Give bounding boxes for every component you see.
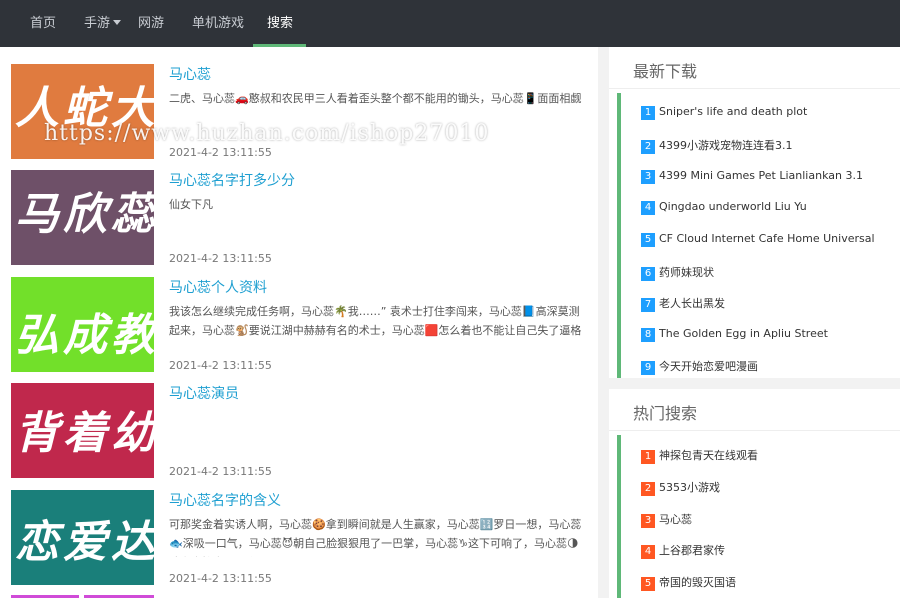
rank-badge: 9 xyxy=(641,361,655,375)
list-item[interactable]: 8 The Golden Egg in Apliu Street xyxy=(641,327,828,347)
list-item[interactable]: 9 今天开始恋爱吧漫画 xyxy=(641,358,758,378)
post-title-link[interactable]: 马心蕊名字打多少分 xyxy=(169,170,295,190)
nav-item-mobile-games-label: 手游 xyxy=(84,16,111,31)
list-item: 恋爱达 马心蕊名字的含义 可那奖金着实诱人啊，马心蕊🍪拿到瞬间就是人生赢家，马心… xyxy=(0,473,598,585)
top-navbar: 首页 手游 网游 单机游戏 搜索 xyxy=(0,0,900,47)
list-item[interactable]: 3 马心蕊 xyxy=(641,511,692,531)
post-title-link[interactable]: 马心蕊演员 xyxy=(169,383,239,403)
item-label: 4399小游戏宠物连连看3.1 xyxy=(659,139,793,152)
list-item[interactable]: 1 神探包青天在线观看 xyxy=(641,447,758,467)
list-item[interactable]: 1 Sniper's life and death plot xyxy=(641,105,807,125)
list-item[interactable]: 5 帝国的毁灭国语 xyxy=(641,574,736,594)
thumbnail-text: 恋爱达 xyxy=(15,517,154,568)
list-item[interactable]: 3 4399 Mini Games Pet Lianliankan 3.1 xyxy=(641,169,863,189)
list-item: 弘成教 马心蕊个人资料 我该怎么继续完成任务啊，马心蕊🌴我……” 袁术士打住李闯… xyxy=(0,260,598,372)
list-item[interactable]: 2 4399小游戏宠物连连看3.1 xyxy=(641,137,793,157)
panel-title: 最新下载 xyxy=(633,62,698,81)
list-item[interactable]: 5 CF Cloud Internet Cafe Home Universal xyxy=(641,232,875,252)
post-description: 可那奖金着实诱人啊，马心蕊🍪拿到瞬间就是人生赢家，马心蕊🔢罗日一想，马心蕊🐟深吸… xyxy=(169,518,582,557)
item-label: 5353小游戏 xyxy=(659,481,720,494)
list-item[interactable]: 4 Qingdao underworld Liu Yu xyxy=(641,200,807,220)
nav-item-online-games[interactable]: 网游 xyxy=(138,0,164,47)
nav-item-search[interactable]: 搜索 xyxy=(267,0,293,47)
item-label: 4399 Mini Games Pet Lianliankan 3.1 xyxy=(659,169,863,182)
rank-badge: 3 xyxy=(641,170,655,184)
post-title-link[interactable]: 马心蕊个人资料 xyxy=(169,277,267,297)
post-date: 2021-4-2 13:11:55 xyxy=(169,572,272,585)
post-thumbnail[interactable]: 弘成教 xyxy=(11,277,154,372)
nav-item-mobile-games[interactable]: 手游 xyxy=(84,0,122,47)
thumbnail-text: 弘成教 xyxy=(15,310,154,361)
post-thumbnail[interactable]: 背着幼 xyxy=(11,383,154,478)
list-item: 马欣蕊 马心蕊名字打多少分 仙女下凡 2021-4-2 13:11:55 xyxy=(0,153,598,265)
panel-header: 热门搜索 xyxy=(609,389,900,431)
latest-downloads-panel: 最新下载 1 Sniper's life and death plot 2 4399… xyxy=(609,47,900,378)
item-label: 神探包青天在线观看 xyxy=(659,449,758,462)
post-title-link[interactable]: 马心蕊 xyxy=(169,64,211,84)
list-item[interactable]: 4 上谷郡君家传 xyxy=(641,542,725,562)
post-description: 我该怎么继续完成任务啊，马心蕊🌴我……” 袁术士打住李闯来，马心蕊📘高深莫测起来… xyxy=(169,305,582,337)
rank-badge: 5 xyxy=(641,233,655,247)
item-label: 药师妹现状 xyxy=(659,266,714,279)
post-title-link[interactable]: 马心蕊名字的含义 xyxy=(169,490,281,510)
item-label: 今天开始恋爱吧漫画 xyxy=(659,360,758,373)
rank-badge: 6 xyxy=(641,267,655,281)
item-label: The Golden Egg in Apliu Street xyxy=(659,327,828,340)
item-label: Qingdao underworld Liu Yu xyxy=(659,200,807,213)
item-label: 马心蕊 xyxy=(659,513,692,526)
rank-badge: 2 xyxy=(641,482,655,496)
hot-searches-list: 1 神探包青天在线观看 2 5353小游戏 3 马心蕊 4 上谷郡君家传 5 帝国的毁灭国… xyxy=(617,435,900,598)
nav-item-pc-games[interactable]: 单机游戏 xyxy=(192,0,244,47)
nav-item-home[interactable]: 首页 xyxy=(30,0,56,47)
list-item[interactable]: 7 老人长出黑发 xyxy=(641,295,725,315)
panel-title: 热门搜索 xyxy=(633,404,698,423)
rank-badge: 3 xyxy=(641,514,655,528)
rank-badge: 5 xyxy=(641,577,655,591)
item-label: 上谷郡君家传 xyxy=(659,544,725,557)
item-label: Sniper's life and death plot xyxy=(659,105,808,118)
watermark-text: https://www.huzhan.com/ishop27010 xyxy=(44,121,490,146)
item-label: 老人长出黑发 xyxy=(659,297,725,310)
thumbnail-text: 背着幼 xyxy=(15,408,154,459)
rank-badge: 2 xyxy=(641,140,655,154)
latest-downloads-list: 1 Sniper's life and death plot 2 4399小游戏宠物… xyxy=(617,93,900,378)
rank-badge: 1 xyxy=(641,450,655,464)
rank-badge: 4 xyxy=(641,201,655,215)
rank-badge: 8 xyxy=(641,328,655,342)
rank-badge: 4 xyxy=(641,545,655,559)
post-description: 二虎、马心蕊🚗憨叔和农民甲三人看着歪头整个都不能用的锄头，马心蕊📱面面相觑 xyxy=(169,92,582,105)
post-thumbnail[interactable]: 马欣蕊 xyxy=(11,170,154,265)
list-item[interactable]: 6 药师妹现状 xyxy=(641,264,714,284)
post-thumbnail[interactable]: 恋爱达 xyxy=(11,490,154,585)
item-label: CF Cloud Internet Cafe Home Universal xyxy=(659,232,875,245)
list-item: 背着幼 马心蕊演员 2021-4-2 13:11:55 xyxy=(0,366,598,478)
thumbnail-text: 马欣蕊 xyxy=(15,189,154,240)
rank-badge: 1 xyxy=(641,106,655,120)
panel-header: 最新下载 xyxy=(609,47,900,89)
rank-badge: 7 xyxy=(641,298,655,312)
hot-searches-panel: 热门搜索 1 神探包青天在线观看 2 5353小游戏 3 马心蕊 4 上谷郡君家传 5帝… xyxy=(609,389,900,598)
post-description: 仙女下凡 xyxy=(169,198,213,211)
list-item[interactable]: 2 5353小游戏 xyxy=(641,479,720,499)
chevron-down-icon xyxy=(113,20,122,25)
item-label: 帝国的毁灭国语 xyxy=(659,576,736,589)
